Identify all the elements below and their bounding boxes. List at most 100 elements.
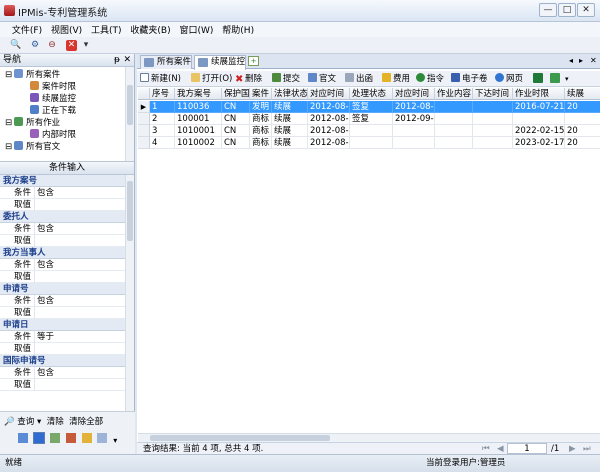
table-cell[interactable] — [435, 125, 473, 137]
table-cell[interactable]: 续展 — [272, 125, 308, 137]
condition-value-field[interactable]: 等于 — [34, 331, 118, 343]
table-cell[interactable]: 20 — [565, 137, 600, 149]
table-cell[interactable]: 商标 — [250, 113, 272, 125]
table-row[interactable]: 31010001CN商标续展2012-08-21 2022-02-1520 — [138, 125, 600, 137]
new-button[interactable]: 新建(N) — [140, 73, 181, 85]
table-row[interactable]: ▶1110036CN发明续展2012-08-21签复2012-08-212016… — [138, 101, 600, 113]
document-button[interactable]: 官文 — [308, 73, 336, 85]
close-button[interactable]: ✕ — [577, 3, 595, 17]
condition-value-field[interactable]: 包含 — [34, 187, 118, 199]
user-settings-icon[interactable]: ⚙ — [28, 39, 42, 52]
expander-icon[interactable]: ⊟ — [5, 118, 12, 128]
table-cell[interactable] — [350, 137, 393, 149]
table-cell[interactable]: 签复 — [350, 113, 393, 125]
table-cell[interactable]: CN — [222, 125, 250, 137]
condition-value-field[interactable]: 包含 — [34, 223, 118, 235]
condition-value-field[interactable] — [34, 379, 118, 391]
table-cell[interactable]: 商标 — [250, 125, 272, 137]
table-cell[interactable]: CN — [222, 113, 250, 125]
e-file-button[interactable]: 电子卷 — [451, 73, 488, 85]
condition-group-header[interactable]: 国际申请号 — [0, 355, 134, 367]
horizontal-scrollbar[interactable] — [138, 433, 600, 442]
search-icon[interactable]: 🔍 — [9, 39, 23, 52]
column-header[interactable]: 续展 — [565, 88, 600, 100]
table-cell[interactable]: 2012-08-21 — [393, 101, 435, 113]
nav-close-icon[interactable]: ✕ — [123, 54, 131, 67]
table-cell[interactable]: 续展 — [272, 113, 308, 125]
tab-prev-icon[interactable]: ◂ — [569, 56, 573, 65]
condition-value-field[interactable] — [34, 307, 118, 319]
submit-button[interactable]: 提交 — [272, 73, 300, 85]
row-indicator[interactable]: ▶ — [138, 101, 150, 113]
table-cell[interactable] — [393, 137, 435, 149]
table-cell[interactable]: 2016-07-21 — [513, 101, 565, 113]
table-cell[interactable]: 3 — [150, 125, 175, 137]
table-cell[interactable]: 2012-08-21 — [308, 125, 350, 137]
menu-file[interactable]: 文件(F) — [9, 22, 45, 36]
table-cell[interactable]: 4 — [150, 137, 175, 149]
open-button[interactable]: 打开(O) — [191, 73, 232, 85]
table-cell[interactable]: 2023-02-17 — [513, 137, 565, 149]
table-cell[interactable] — [473, 101, 513, 113]
table-cell[interactable] — [473, 137, 513, 149]
condition-value-field[interactable] — [34, 271, 118, 283]
column-header[interactable]: 法律状态 — [272, 88, 308, 100]
more-modes-icon[interactable]: ▾ — [113, 436, 117, 445]
table-cell[interactable]: 20 — [565, 101, 600, 113]
row-indicator[interactable] — [138, 125, 150, 137]
tab-renewal-monitor[interactable]: 续展监控 — [194, 55, 246, 70]
menu-window[interactable]: 窗口(W) — [177, 22, 217, 36]
condition-group-header[interactable]: 申请号 — [0, 283, 134, 295]
table-cell[interactable] — [435, 101, 473, 113]
fees-mode-icon[interactable] — [65, 433, 76, 443]
excel-export-button[interactable] — [533, 73, 545, 85]
condition-value-field[interactable]: 包含 — [34, 295, 118, 307]
table-cell[interactable]: 1010001 — [175, 125, 222, 137]
delete-button[interactable]: ✖ 删除 — [235, 73, 262, 85]
condition-value-field[interactable] — [34, 343, 118, 355]
tree-item[interactable]: ⊟ 所有作业 — [5, 117, 60, 129]
column-header[interactable]: 对应时间 — [308, 88, 350, 100]
table-cell[interactable]: 续展 — [272, 137, 308, 149]
condition-value-field[interactable]: 包含 — [34, 259, 118, 271]
action-overflow-icon[interactable]: ▾ — [565, 73, 569, 85]
table-cell[interactable]: 2 — [150, 113, 175, 125]
menu-tools[interactable]: 工具(T) — [88, 22, 125, 36]
table-cell[interactable] — [435, 113, 473, 125]
tree-scrollbar[interactable] — [125, 67, 134, 161]
column-header[interactable]: 保护国 — [222, 88, 250, 100]
table-cell[interactable] — [393, 125, 435, 137]
table-cell[interactable]: 签复 — [350, 101, 393, 113]
tab-close-icon[interactable]: ✕ — [590, 56, 597, 65]
column-header[interactable]: 作业内容 — [435, 88, 473, 100]
table-cell[interactable] — [513, 113, 565, 125]
table-cell[interactable]: CN — [222, 101, 250, 113]
letters-mode-icon[interactable] — [81, 433, 92, 443]
table-cell[interactable]: 2022-02-15 — [513, 125, 565, 137]
table-cell[interactable]: 20 — [565, 125, 600, 137]
condition-group-header[interactable]: 申请日 — [0, 319, 134, 331]
column-header[interactable]: 对应时间 — [393, 88, 435, 100]
condition-group-header[interactable]: 我方案号 — [0, 175, 134, 187]
tree-item[interactable]: 内部时限 — [30, 129, 76, 141]
page-input[interactable]: 1 — [507, 443, 547, 454]
condition-group-header[interactable]: 我方当事人 — [0, 247, 134, 259]
expander-icon[interactable]: ⊟ — [5, 70, 12, 80]
menu-view[interactable]: 视图(V) — [48, 22, 85, 36]
clear-button[interactable]: 清除 — [47, 417, 64, 427]
table-row[interactable]: 41010002CN商标续展2012-08-21 2023-02-1720 — [138, 137, 600, 149]
table-cell[interactable]: 发明 — [250, 101, 272, 113]
table-cell[interactable]: 2012-09-14 — [393, 113, 435, 125]
table-row[interactable]: 2100001CN商标续展2012-08-21签复2012-09-14 — [138, 113, 600, 125]
table-cell[interactable]: 1010002 — [175, 137, 222, 149]
tab-all-cases[interactable]: 所有案件 — [140, 55, 192, 69]
query-button[interactable]: 查询 — [17, 417, 34, 427]
tree-item[interactable]: 案件时限 — [30, 81, 76, 93]
close-red-icon[interactable]: ✕ — [66, 40, 77, 51]
table-cell[interactable]: 2012-08-21 — [308, 137, 350, 149]
fee-button[interactable]: 费用 — [382, 73, 410, 85]
table-cell[interactable] — [565, 113, 600, 125]
instruction-button[interactable]: 指令 — [416, 73, 444, 85]
tree-item[interactable]: ⊟ 所有官文 — [5, 141, 60, 153]
new-tab-icon[interactable]: + — [248, 56, 259, 66]
